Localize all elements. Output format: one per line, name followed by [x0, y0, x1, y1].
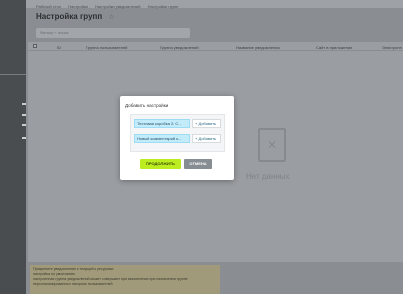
selected-setting-chip[interactable]: Новый комментарий к...	[134, 134, 190, 143]
add-button[interactable]: + Добавить	[192, 134, 221, 143]
column-header-site[interactable]: Сайт в приложении	[316, 45, 352, 50]
sidebar-divider	[0, 74, 26, 75]
settings-row: Новый комментарий к... + Добавить	[134, 134, 221, 143]
breadcrumb-item: Настройки групп	[147, 4, 179, 9]
dialog-title: Добавить настройки	[125, 103, 169, 108]
column-header-notification-name[interactable]: Название уведомления	[236, 45, 280, 50]
breadcrumb-item[interactable]: Настройки уведомлений	[95, 4, 141, 9]
info-notice: Прикрепите уведомление к текущей к ресур…	[30, 265, 220, 294]
cancel-button[interactable]: ОТМЕНА	[184, 159, 212, 169]
column-header-notification-group[interactable]: Группа уведомлений	[160, 45, 199, 50]
search-input[interactable]: Фильтр + поиск	[36, 28, 190, 38]
star-icon[interactable]: ☆	[108, 13, 114, 21]
sidebar-item[interactable]	[22, 114, 26, 116]
breadcrumb-item[interactable]: Настройки	[68, 4, 88, 9]
sidebar-item[interactable]	[22, 124, 26, 126]
grid-header: ID Группа пользователей Группа уведомлен…	[28, 42, 403, 51]
column-header-id[interactable]: ID	[57, 45, 61, 50]
page-title: Настройка групп	[36, 12, 103, 21]
continue-button[interactable]: ПРОДОЛЖИТЬ	[140, 159, 181, 169]
title-row: Настройка групп ☆	[36, 12, 114, 21]
add-settings-dialog: Добавить настройки Тестовая коробка 2: С…	[120, 96, 234, 180]
column-header-user-group[interactable]: Группа пользователей	[86, 45, 127, 50]
dialog-buttons: ПРОДОЛЖИТЬ ОТМЕНА	[140, 159, 212, 169]
breadcrumb-item[interactable]: Рабочий стол	[36, 4, 61, 9]
settings-field-group: Тестовая коробка 2: С... + Добавить Новы…	[130, 114, 225, 152]
empty-state-text: Нет данных	[246, 172, 290, 181]
breadcrumb: Рабочий стол Настройки Настройки уведомл…	[36, 4, 184, 9]
sidebar-item[interactable]	[22, 103, 26, 105]
settings-row: Тестовая коробка 2: С... + Добавить	[134, 119, 221, 128]
add-button[interactable]: + Добавить	[192, 119, 221, 128]
select-all-checkbox[interactable]	[33, 44, 37, 48]
selected-setting-chip[interactable]: Тестовая коробка 2: С...	[134, 119, 190, 128]
sidebar-item[interactable]	[22, 137, 26, 139]
empty-state-icon	[258, 128, 286, 162]
column-header-email[interactable]: Электронн	[382, 45, 402, 50]
sidebar	[0, 0, 26, 294]
notice-line: персонализированных настроек пользовател…	[33, 282, 113, 286]
